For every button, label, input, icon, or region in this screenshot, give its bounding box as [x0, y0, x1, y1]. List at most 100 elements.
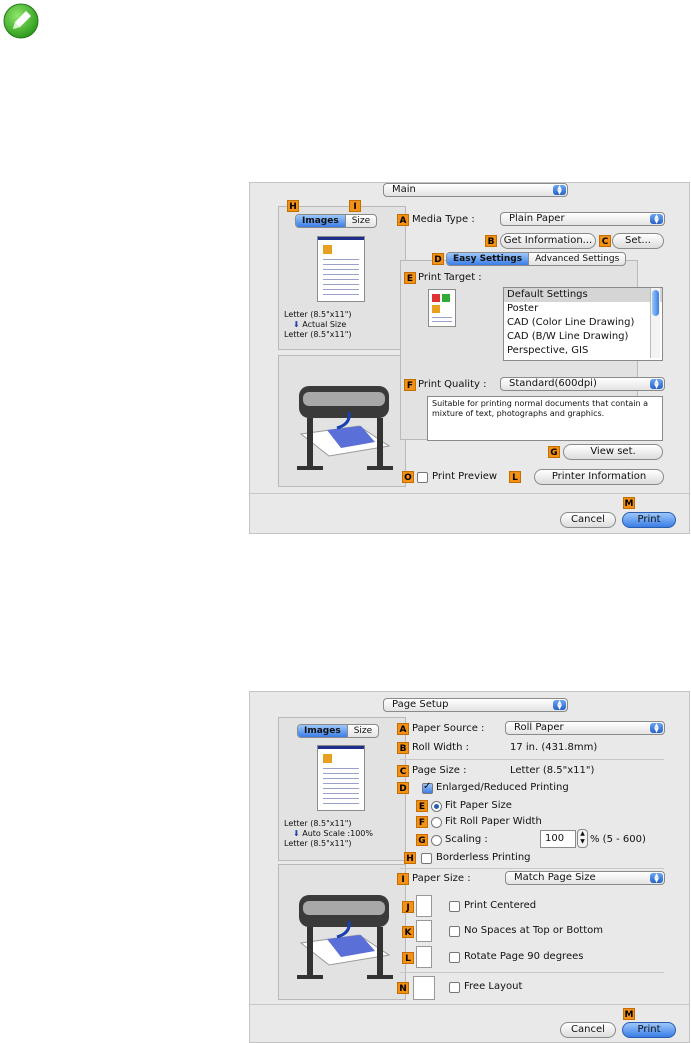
scaling-radio[interactable]: [431, 835, 442, 846]
badge-a: A: [397, 723, 409, 735]
divider: [400, 759, 664, 760]
no-spaces-icon: [416, 920, 432, 942]
list-item[interactable]: Perspective, GIS: [504, 344, 662, 358]
print-button[interactable]: Print: [622, 512, 676, 528]
badge-h: H: [287, 200, 299, 212]
cancel-button[interactable]: Cancel: [560, 512, 616, 528]
divider: [400, 972, 664, 973]
page-size-label: Page Size :: [412, 765, 467, 776]
settings-tabs: Easy Settings Advanced Settings: [446, 252, 627, 266]
set-button[interactable]: Set...: [612, 233, 664, 249]
scaling-label: Scaling :: [445, 834, 488, 845]
rotate-page-checkbox[interactable]: [449, 952, 460, 963]
badge-i: I: [349, 200, 361, 212]
preview-size-from: Letter (8.5"x11"): [284, 310, 352, 319]
badge-h: H: [404, 852, 416, 864]
list-scrollbar[interactable]: [650, 288, 660, 358]
printer-image-panel: [278, 864, 406, 1000]
paper-size-popup[interactable]: Match Page Size ▲ ▼: [505, 871, 665, 885]
enlarged-reduced-label: Enlarged/Reduced Printing: [436, 782, 569, 793]
print-quality-label: Print Quality :: [418, 379, 487, 390]
list-item[interactable]: CAD (B/W Line Drawing): [504, 330, 662, 344]
scaling-range: % (5 - 600): [590, 834, 646, 845]
tab-images[interactable]: Images: [298, 725, 348, 737]
preview-panel: Images Size Letter (8.5"x11") ⬇ Auto Sca…: [278, 717, 406, 861]
scroll-thumb[interactable]: [652, 290, 659, 316]
print-centered-label: Print Centered: [464, 900, 537, 911]
list-item[interactable]: Poster: [504, 302, 662, 316]
print-target-list[interactable]: Default Settings Poster CAD (Color Line …: [503, 287, 663, 361]
fit-paper-size-label: Fit Paper Size: [445, 800, 512, 811]
badge-g: G: [416, 834, 428, 846]
paper-size-label: Paper Size :: [412, 873, 471, 884]
popup-arrows-icon: ▲ ▼: [650, 379, 663, 390]
media-type-label: Media Type :: [412, 214, 475, 225]
badge-m: M: [623, 1008, 635, 1020]
free-layout-checkbox[interactable]: [449, 982, 460, 993]
print-centered-icon: [416, 895, 432, 917]
list-item[interactable]: Default Settings: [504, 288, 662, 302]
rotate-page-icon: [416, 946, 432, 968]
popup-arrows-icon: ▲ ▼: [553, 185, 566, 196]
badge-l: L: [402, 952, 414, 964]
roll-width-value: 17 in. (431.8mm): [510, 742, 598, 753]
divider: [400, 868, 664, 869]
badge-e: E: [416, 800, 428, 812]
badge-m: M: [623, 497, 635, 509]
cancel-button[interactable]: Cancel: [560, 1022, 616, 1038]
tab-advanced-settings[interactable]: Advanced Settings: [529, 253, 625, 265]
paper-source-popup[interactable]: Roll Paper ▲ ▼: [505, 721, 665, 735]
borderless-label: Borderless Printing: [436, 852, 531, 863]
tab-easy-settings[interactable]: Easy Settings: [447, 253, 530, 265]
popup-arrows-icon: ▲ ▼: [553, 700, 566, 711]
roll-width-label: Roll Width :: [412, 742, 469, 753]
tab-size[interactable]: Size: [346, 215, 376, 227]
section-popup[interactable]: Page Setup ▲ ▼: [383, 698, 568, 712]
preview-size-to: Letter (8.5"x11"): [284, 330, 352, 339]
rotate-page-label: Rotate Page 90 degrees: [464, 951, 584, 962]
badge-e: E: [404, 272, 416, 284]
print-button[interactable]: Print: [622, 1022, 676, 1038]
description-box: Suitable for printing normal documents t…: [427, 396, 663, 441]
page-preview: [317, 236, 365, 302]
preview-image-icon: [323, 754, 332, 763]
print-quality-popup[interactable]: Standard(600dpi) ▲ ▼: [500, 377, 665, 391]
print-centered-checkbox[interactable]: [449, 901, 460, 912]
fit-paper-size-radio[interactable]: [431, 801, 442, 812]
popup-arrows-icon: ▲ ▼: [650, 214, 663, 225]
tab-images[interactable]: Images: [296, 215, 346, 227]
badge-o: O: [402, 471, 414, 483]
view-set-button[interactable]: View set.: [563, 444, 663, 460]
paper-size-value: Match Page Size: [514, 872, 596, 883]
print-quality-value: Standard(600dpi): [509, 378, 597, 389]
print-preview-checkbox[interactable]: [417, 472, 428, 483]
preview-tabs: Images Size: [295, 214, 378, 228]
scaling-stepper[interactable]: ▲ ▼: [577, 829, 588, 848]
scaling-input[interactable]: 100: [540, 830, 576, 848]
preview-size-from: Letter (8.5"x11"): [284, 819, 352, 828]
print-target-preview: [428, 289, 456, 327]
badge-g: G: [548, 446, 560, 458]
borderless-checkbox[interactable]: [421, 853, 432, 864]
free-layout-icon: [413, 976, 435, 1000]
pencil-note-icon: [3, 3, 39, 39]
arrow-down-icon: ⬇: [293, 829, 300, 838]
badge-f: F: [404, 379, 416, 391]
tab-size[interactable]: Size: [348, 725, 378, 737]
media-type-popup[interactable]: Plain Paper ▲ ▼: [500, 212, 665, 226]
print-dialog-page-setup: Page Setup ▲ ▼ Images Size Letter (8.5"x1…: [249, 691, 690, 1043]
page-size-value: Letter (8.5"x11"): [510, 765, 595, 776]
fit-roll-width-radio[interactable]: [431, 817, 442, 828]
enlarged-reduced-checkbox[interactable]: [422, 781, 433, 794]
preview-scale-row: ⬇ Auto Scale :100%: [293, 829, 373, 838]
badge-d: D: [432, 253, 444, 265]
section-popup[interactable]: Main ▲ ▼: [383, 183, 568, 197]
list-item[interactable]: CAD (Color Line Drawing): [504, 316, 662, 330]
print-target-label: Print Target :: [418, 272, 482, 283]
badge-j: J: [402, 901, 414, 913]
badge-i: I: [397, 873, 409, 885]
get-information-button[interactable]: Get Information...: [500, 233, 596, 249]
no-spaces-checkbox[interactable]: [449, 926, 460, 937]
printer-illustration-icon: [297, 386, 393, 470]
printer-information-button[interactable]: Printer Information: [534, 469, 664, 485]
